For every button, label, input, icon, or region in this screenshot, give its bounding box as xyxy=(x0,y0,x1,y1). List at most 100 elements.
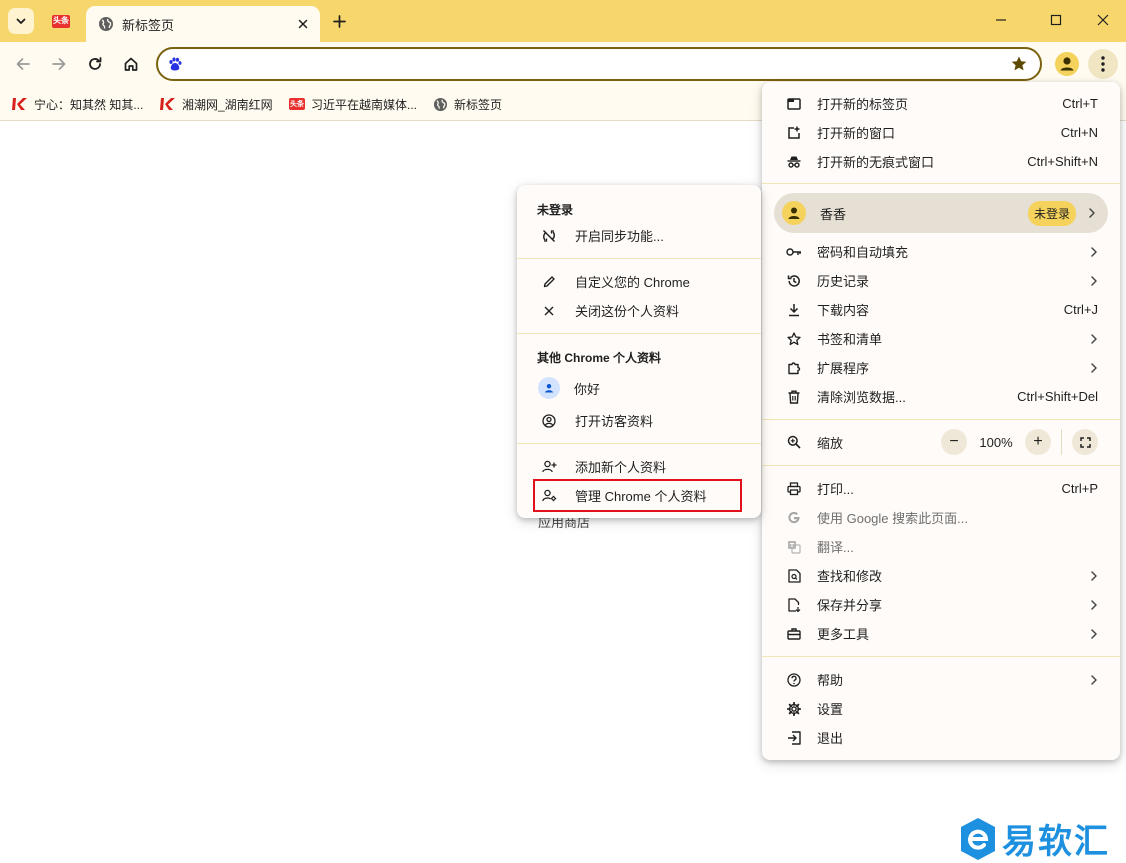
chevron-right-icon xyxy=(1091,362,1097,373)
chrome-menu-button[interactable] xyxy=(1088,49,1118,79)
menu-item-save-share[interactable]: 保存并分享 xyxy=(762,590,1120,619)
bookmark-item[interactable]: 宁心：知其然 知其... xyxy=(12,95,143,113)
pinned-tab-toutiao[interactable]: 头条 xyxy=(46,8,76,34)
zoom-out-button[interactable]: − xyxy=(941,429,967,455)
chrome-main-menu: 打开新的标签页 Ctrl+T 打开新的窗口 Ctrl+N 打开新的无痕式窗口 C… xyxy=(762,82,1120,760)
address-input[interactable] xyxy=(190,53,990,75)
menu-item-extensions[interactable]: 扩展程序 xyxy=(762,353,1120,382)
menu-item-zoom: 缩放 − 100% + xyxy=(762,427,1120,457)
menu-item-find-edit[interactable]: 查找和修改 xyxy=(762,561,1120,590)
forward-button[interactable] xyxy=(45,50,73,78)
close-icon xyxy=(298,19,308,29)
fullscreen-button[interactable] xyxy=(1072,429,1098,455)
window-close-button[interactable] xyxy=(1086,6,1120,34)
menu-separator xyxy=(762,656,1120,657)
minimize-button[interactable] xyxy=(984,6,1018,34)
toolbar xyxy=(0,42,1126,87)
menu-item-more-tools[interactable]: 更多工具 xyxy=(762,619,1120,648)
tab-title: 新标签页 xyxy=(122,17,175,33)
toolbox-icon xyxy=(787,627,801,640)
tab-strip: 头条 新标签页 xyxy=(0,0,1126,42)
fullscreen-icon xyxy=(1079,436,1091,448)
tab-close-button[interactable] xyxy=(294,15,312,33)
menu-item-help[interactable]: 帮助 xyxy=(762,665,1120,694)
menu-item-history[interactable]: 历史记录 xyxy=(762,266,1120,295)
zoom-in-button[interactable]: + xyxy=(1025,429,1051,455)
menu-item-clear-data[interactable]: 清除浏览数据... Ctrl+Shift+Del xyxy=(762,382,1120,411)
home-button[interactable] xyxy=(117,50,145,78)
person-icon xyxy=(788,207,800,219)
tab-search-button[interactable] xyxy=(8,8,34,34)
back-button[interactable] xyxy=(9,50,37,78)
menu-item-new-window[interactable]: 打开新的窗口 Ctrl+N xyxy=(762,118,1120,147)
menu-item-new-tab[interactable]: 打开新的标签页 Ctrl+T xyxy=(762,89,1120,118)
menu-item-settings[interactable]: 设置 xyxy=(762,694,1120,723)
menu-item-print[interactable]: 打印... Ctrl+P xyxy=(762,474,1120,503)
menu-item-search-google[interactable]: 使用 Google 搜索此页面... xyxy=(762,503,1120,532)
reload-button[interactable] xyxy=(81,50,109,78)
watermark-logo: 易软汇 xyxy=(958,814,1126,863)
close-icon xyxy=(1097,14,1109,26)
status-badge: 未登录 xyxy=(1027,200,1076,226)
menu-item-downloads[interactable]: 下载内容 Ctrl+J xyxy=(762,295,1120,324)
globe-icon xyxy=(433,97,448,111)
reload-icon xyxy=(89,57,102,70)
bookmark-label: 湘潮网_湖南红网 xyxy=(182,97,273,112)
menu-item-profile[interactable]: 香香 未登录 xyxy=(774,193,1108,233)
close-icon xyxy=(544,306,554,315)
bookmark-star-icon[interactable] xyxy=(1010,55,1028,73)
zoom-level: 100% xyxy=(979,434,1013,450)
other-profiles-heading: 其他 Chrome 个人资料 xyxy=(537,351,662,365)
profile-button[interactable] xyxy=(1054,51,1080,77)
save-share-icon xyxy=(787,597,800,612)
chevron-down-icon xyxy=(16,18,26,24)
maximize-icon xyxy=(1050,14,1062,26)
chevron-right-icon xyxy=(1091,570,1097,581)
new-tab-icon xyxy=(787,97,801,110)
menu-item-close-profile[interactable]: 关闭这份个人资料 xyxy=(517,296,761,325)
menu-item-guest-profile[interactable]: 打开访客资料 xyxy=(517,406,761,435)
bookmark-item[interactable]: 新标签页 xyxy=(433,95,502,113)
menu-item-customize-chrome[interactable]: 自定义您的 Chrome xyxy=(517,267,761,296)
chevron-right-icon xyxy=(1091,599,1097,610)
menu-item-passwords[interactable]: 密码和自动填充 xyxy=(762,237,1120,266)
avatar xyxy=(782,201,806,225)
tab-new-tab[interactable]: 新标签页 xyxy=(86,6,320,42)
bookmark-item[interactable]: 头条 习近平在越南媒体... xyxy=(289,95,417,113)
menu-item-new-incognito[interactable]: 打开新的无痕式窗口 Ctrl+Shift+N xyxy=(762,147,1120,176)
menu-item-other-profile[interactable]: 你好 xyxy=(517,373,761,403)
minimize-icon xyxy=(996,19,1006,21)
profile-submenu: 未登录 开启同步功能... 自定义您的 Chrome 关闭这份个人资料 其他 C… xyxy=(517,185,761,518)
exit-icon xyxy=(788,730,801,745)
baidu-search-icon xyxy=(169,57,182,71)
avatar xyxy=(538,377,560,399)
menu-item-turn-on-sync[interactable]: 开启同步功能... xyxy=(517,221,761,250)
chevron-right-icon xyxy=(1091,246,1097,257)
red-k-favicon xyxy=(12,98,27,110)
chevron-right-icon xyxy=(1091,674,1097,685)
gear-icon xyxy=(787,701,801,716)
zoom-icon xyxy=(787,435,801,449)
home-icon xyxy=(124,57,138,71)
find-page-icon xyxy=(787,568,801,583)
menu-item-exit[interactable]: 退出 xyxy=(762,723,1120,752)
menu-item-translate[interactable]: 翻译... xyxy=(762,532,1120,561)
add-person-icon xyxy=(541,460,556,473)
profile-name: 香香 xyxy=(820,206,847,222)
bookmark-label: 新标签页 xyxy=(454,97,503,112)
toutiao-icon: 头条 xyxy=(289,98,305,110)
menu-separator xyxy=(517,333,761,334)
menu-item-bookmarks[interactable]: 书签和清单 xyxy=(762,324,1120,353)
menu-separator xyxy=(517,258,761,259)
plus-icon xyxy=(332,14,346,28)
new-tab-button[interactable] xyxy=(328,10,350,32)
omnibox[interactable] xyxy=(156,47,1042,81)
menu-item-add-profile[interactable]: 添加新个人资料 xyxy=(517,452,761,481)
bookmark-item[interactable]: 湘潮网_湖南红网 xyxy=(160,95,273,113)
signin-status-heading: 未登录 xyxy=(537,203,574,217)
arrow-left-icon xyxy=(16,58,30,70)
menu-separator xyxy=(762,183,1120,184)
maximize-button[interactable] xyxy=(1039,6,1073,34)
help-icon xyxy=(787,672,801,687)
menu-separator xyxy=(762,419,1120,420)
